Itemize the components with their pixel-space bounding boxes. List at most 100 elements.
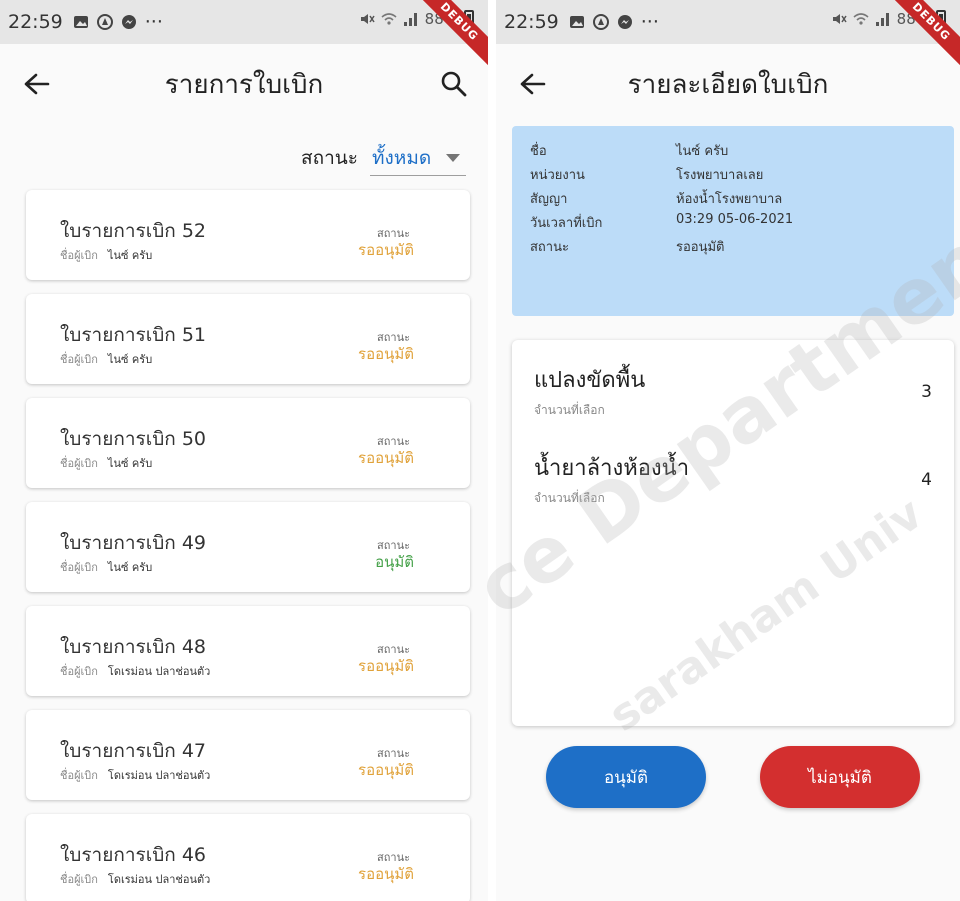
item-name: แปลงขัดพื้น: [534, 368, 646, 393]
request-card-51[interactable]: ใบรายการเบิก 51 ชื่อผู้เบิก ไนซ์ ครับ สถา…: [26, 294, 470, 384]
info-row-datetime: วันเวลาที่เบิก 03:29 05-06-2021: [512, 212, 954, 236]
gallery-icon: [569, 16, 584, 28]
requester-label: ชื่อผู้เบิก: [60, 561, 98, 574]
request-card-50[interactable]: ใบรายการเบิก 50 ชื่อผู้เบิก ไนซ์ ครับ สถา…: [26, 398, 470, 488]
requester-name: ไนซ์ ครับ: [107, 561, 153, 574]
item-quantity: 3: [921, 382, 932, 402]
request-title: ใบรายการเบิก 49: [60, 532, 206, 554]
requester-line: ชื่อผู้เบิก ไนซ์ ครับ: [60, 454, 152, 472]
request-card-47[interactable]: ใบรายการเบิก 47 ชื่อผู้เบิก โดเรม่อน ปลาช…: [26, 710, 470, 800]
requester-label: ชื่อผู้เบิก: [60, 769, 98, 782]
info-value: ไนซ์ ครับ: [676, 144, 729, 159]
request-title: ใบรายการเบิก 50: [60, 428, 206, 450]
page-title: รายการใบเบิก: [164, 69, 324, 100]
requester-label: ชื่อผู้เบิก: [60, 665, 98, 678]
info-value: รออนุมัติ: [676, 240, 725, 255]
requested-items-card: แปลงขัดพื้น จำนวนที่เลือก 3 น้ำยาล้างห้อ…: [512, 340, 954, 726]
approve-button[interactable]: อนุมัติ: [546, 746, 706, 808]
app-bar: รายละเอียดใบเบิก: [496, 44, 960, 124]
drive-icon: [592, 14, 609, 30]
requester-line: ชื่อผู้เบิก โดเรม่อน ปลาช่อนตัว: [60, 766, 210, 784]
item-quantity-label: จำนวนที่เลือก: [534, 491, 605, 505]
more-notifications-icon: ···: [640, 11, 659, 33]
mute-icon: [832, 14, 847, 24]
requester-name: ไนซ์ ครับ: [107, 249, 153, 262]
info-value: ห้องน้ำโรงพยาบาล: [676, 192, 783, 207]
request-card-48[interactable]: ใบรายการเบิก 48 ชื่อผู้เบิก โดเรม่อน ปลาช…: [26, 606, 470, 696]
list-item: แปลงขัดพื้น จำนวนที่เลือก: [534, 362, 645, 420]
request-title: ใบรายการเบิก 48: [60, 636, 206, 658]
request-list: ใบรายการเบิก 52 ชื่อผู้เบิก ไนซ์ ครับ สถา…: [26, 190, 470, 901]
gallery-icon: [73, 16, 88, 28]
info-key: หน่วยงาน: [530, 168, 585, 183]
requester-line: ชื่อผู้เบิก โดเรม่อน ปลาช่อนตัว: [60, 662, 210, 680]
request-title: ใบรายการเบิก 52: [60, 220, 206, 242]
screen-divider: [488, 0, 496, 901]
status-bar: 22:59 ··· 88% DEBUG: [0, 0, 488, 68]
requester-label: ชื่อผู้เบิก: [60, 457, 98, 470]
requester-line: ชื่อผู้เบิก ไนซ์ ครับ: [60, 350, 152, 368]
request-title: ใบรายการเบิก 46: [60, 844, 206, 866]
messenger-icon: [121, 15, 136, 29]
requester-name: โดเรม่อน ปลาช่อนตัว: [107, 873, 211, 886]
signal-icon: [875, 13, 889, 26]
info-value: โรงพยาบาลเลย: [676, 168, 764, 183]
status-bar: 22:59 ··· 88% DEBUG: [496, 0, 960, 68]
app-bar: รายการใบเบิก: [0, 44, 488, 124]
requester-line: ชื่อผู้เบิก โดเรม่อน ปลาช่อนตัว: [60, 870, 210, 888]
status-value: รออนุมัติ: [358, 345, 414, 363]
mute-icon: [360, 14, 375, 24]
status-filter-value: ทั้งหมด: [372, 146, 432, 169]
info-row-name: ชื่อ ไนซ์ ครับ: [512, 140, 954, 164]
status-time: 22:59: [504, 11, 559, 33]
status-value: รออนุมัติ: [358, 865, 414, 883]
request-title: ใบรายการเบิก 47: [60, 740, 206, 762]
status-notification-icons: ···: [569, 11, 659, 33]
info-row-department: หน่วยงาน โรงพยาบาลเลย: [512, 164, 954, 188]
status-value: อนุมัติ: [375, 553, 414, 571]
more-notifications-icon: ···: [144, 11, 163, 33]
info-key: สัญญา: [530, 192, 568, 207]
list-item: น้ำยาล้างห้องน้ำ จำนวนที่เลือก: [534, 450, 689, 508]
status-value: รออนุมัติ: [358, 657, 414, 675]
status-value: รออนุมัติ: [358, 449, 414, 467]
info-row-contract: สัญญา ห้องน้ำโรงพยาบาล: [512, 188, 954, 212]
requester-label: ชื่อผู้เบิก: [60, 873, 98, 886]
item-quantity-label: จำนวนที่เลือก: [534, 403, 605, 417]
status-filter-dropdown[interactable]: ทั้งหมด: [370, 140, 466, 176]
back-arrow-icon[interactable]: [518, 72, 546, 96]
requester-label: ชื่อผู้เบิก: [60, 353, 98, 366]
page-title: รายละเอียดใบเบิก: [627, 69, 829, 100]
dropdown-icon: [446, 153, 460, 162]
request-card-49[interactable]: ใบรายการเบิก 49 ชื่อผู้เบิก ไนซ์ ครับ สถา…: [26, 502, 470, 592]
messenger-icon: [617, 15, 632, 29]
status-value: รออนุมัติ: [358, 761, 414, 779]
info-value: 03:29 05-06-2021: [676, 212, 794, 227]
wifi-icon: [381, 13, 397, 25]
info-key: ชื่อ: [530, 144, 547, 159]
signal-icon: [403, 13, 417, 26]
request-card-52[interactable]: ใบรายการเบิก 52 ชื่อผู้เบิก ไนซ์ ครับ สถา…: [26, 190, 470, 280]
request-title: ใบรายการเบิก 51: [60, 324, 206, 346]
requester-line: ชื่อผู้เบิก ไนซ์ ครับ: [60, 246, 152, 264]
request-card-46[interactable]: ใบรายการเบิก 46 ชื่อผู้เบิก โดเรม่อน ปลาช…: [26, 814, 470, 901]
info-key: วันเวลาที่เบิก: [530, 216, 603, 231]
requester-name: ไนซ์ ครับ: [107, 457, 153, 470]
status-notification-icons: ···: [73, 11, 163, 33]
reject-button[interactable]: ไม่อนุมัติ: [760, 746, 920, 808]
back-arrow-icon[interactable]: [22, 72, 50, 96]
request-list-screen: 22:59 ··· 88% DEBUG รายการใบเบิก สถานะ ท…: [0, 0, 488, 901]
info-key: สถานะ: [530, 240, 569, 255]
requester-line: ชื่อผู้เบิก ไนซ์ ครับ: [60, 558, 152, 576]
requester-name: โดเรม่อน ปลาช่อนตัว: [107, 665, 211, 678]
wifi-icon: [853, 13, 869, 25]
requester-name: โดเรม่อน ปลาช่อนตัว: [107, 769, 211, 782]
item-name: น้ำยาล้างห้องน้ำ: [534, 456, 690, 481]
item-quantity: 4: [921, 470, 932, 490]
search-icon[interactable]: [440, 70, 468, 98]
status-time: 22:59: [8, 11, 63, 33]
status-value: รออนุมัติ: [358, 241, 414, 259]
requester-name: ไนซ์ ครับ: [107, 353, 153, 366]
request-detail-screen: 22:59 ··· 88% DEBUG รายละเอียดใบเบิก ชื่…: [496, 0, 960, 901]
requester-label: ชื่อผู้เบิก: [60, 249, 98, 262]
